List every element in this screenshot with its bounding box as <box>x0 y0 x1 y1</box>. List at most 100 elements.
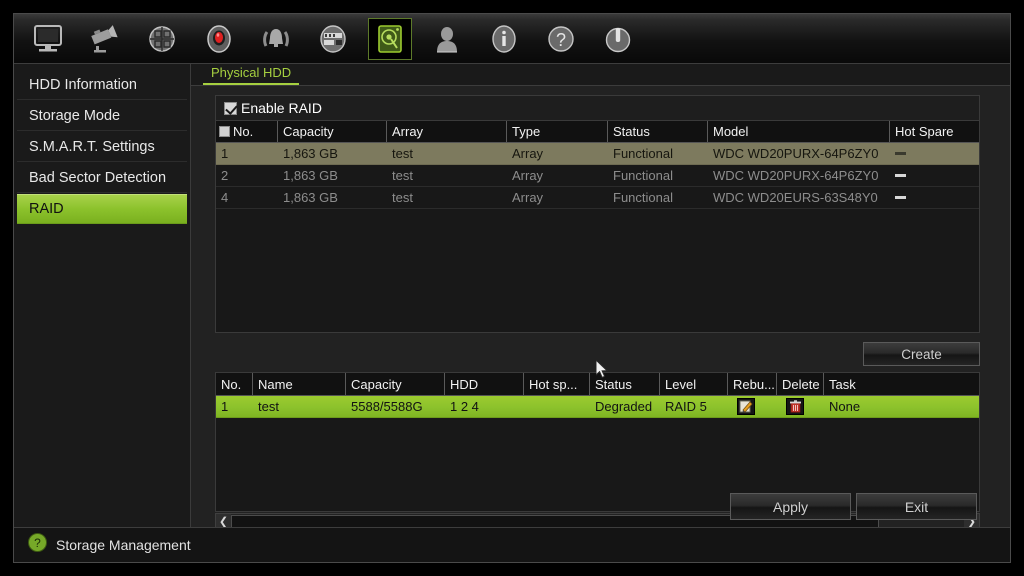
camera-icon[interactable] <box>83 18 127 60</box>
column-header-status[interactable]: Status <box>608 121 708 142</box>
record-icon[interactable] <box>197 18 241 60</box>
power-icon[interactable] <box>596 18 640 60</box>
enable-raid-row[interactable]: Enable RAID <box>215 95 980 121</box>
apply-button[interactable]: Apply <box>730 493 851 520</box>
enable-raid-checkbox[interactable] <box>224 101 237 115</box>
sidebar-item-raid[interactable]: RAID <box>17 194 187 224</box>
cell-level: RAID 5 <box>665 398 707 414</box>
sidebar-item-bad-sector-detection[interactable]: Bad Sector Detection <box>17 163 187 193</box>
sidebar-item-hdd-information[interactable]: HDD Information <box>17 70 187 100</box>
physical-hdd-table-header: No. Capacity Array Type Status Model Hot… <box>216 121 979 143</box>
cell-array: test <box>392 190 413 205</box>
sidebar-item-label: Bad Sector Detection <box>29 169 167 186</box>
physical-hdd-table: No. Capacity Array Type Status Model Hot… <box>215 121 980 333</box>
cell-array: test <box>392 168 413 183</box>
cell-delete <box>777 396 824 417</box>
column-header-rebuild[interactable]: Rebu... <box>728 373 777 395</box>
trash-icon[interactable] <box>786 398 804 415</box>
table-row[interactable]: 1 test 5588/5588G 1 2 4 Degraded RAID 5 <box>216 396 979 418</box>
cell-no: 2 <box>221 168 229 183</box>
column-header-status[interactable]: Status <box>590 373 660 395</box>
cell-hot-spare <box>890 187 979 208</box>
column-header-no[interactable]: No. <box>216 373 253 395</box>
sidebar-item-storage-mode[interactable]: Storage Mode <box>17 101 187 131</box>
cell-task: None <box>829 398 861 414</box>
tab-strip: Physical HDD <box>191 64 1010 86</box>
help-circle-icon[interactable]: ? <box>28 533 47 557</box>
cell-capacity: 1,863 GB <box>283 146 338 161</box>
hot-spare-dash-icon <box>895 174 906 178</box>
hdd-icon[interactable] <box>368 17 412 60</box>
table-row[interactable]: 4 1,863 GB test Array Functional WDC WD2… <box>216 187 979 209</box>
column-header-hot-spare[interactable]: Hot Spare <box>890 121 979 142</box>
sidebar-item-label: HDD Information <box>29 76 137 93</box>
column-header-capacity[interactable]: Capacity <box>278 121 387 142</box>
column-header-array[interactable]: Array <box>387 121 507 142</box>
hot-spare-dash-icon <box>895 152 906 156</box>
svg-text:?: ? <box>556 30 566 50</box>
column-label: No. <box>233 123 254 139</box>
cell-array: test <box>392 146 413 161</box>
edit-pencil-icon[interactable] <box>737 398 755 415</box>
main-window: ? HDD Information Storage Mode S.M.A.R.T… <box>13 13 1011 563</box>
array-table-header: No. Name Capacity HDD Hot sp... Status L… <box>216 373 979 396</box>
svg-text:?: ? <box>34 536 41 550</box>
cell-model: WDC WD20PURX-64P6ZY0 <box>713 168 879 183</box>
cell-no: 1 <box>221 146 229 161</box>
enable-raid-label: Enable RAID <box>241 100 322 116</box>
alarm-bell-icon[interactable] <box>254 18 298 60</box>
select-all-checkbox[interactable] <box>219 126 230 137</box>
cell-model: WDC WD20PURX-64P6ZY0 <box>713 146 879 161</box>
tab-label: Physical HDD <box>211 65 292 80</box>
array-table: No. Name Capacity HDD Hot sp... Status L… <box>215 372 980 512</box>
user-icon[interactable] <box>425 18 469 60</box>
hot-spare-dash-icon <box>895 196 906 200</box>
exit-button[interactable]: Exit <box>856 493 977 520</box>
cell-no: 1 <box>221 398 229 414</box>
column-header-model[interactable]: Model <box>708 121 890 142</box>
device-icon[interactable] <box>311 18 355 60</box>
cell-capacity: 1,863 GB <box>283 190 338 205</box>
cell-status: Functional <box>613 190 673 205</box>
sidebar-item-label: RAID <box>29 201 64 217</box>
cell-capacity: 5588/5588G <box>351 398 423 414</box>
tab-physical-hdd[interactable]: Physical HDD <box>203 64 300 85</box>
sidebar-menu: HDD Information Storage Mode S.M.A.R.T. … <box>14 64 191 527</box>
create-button[interactable]: Create <box>863 342 980 366</box>
column-header-task[interactable]: Task <box>824 373 974 395</box>
cell-hot-spare <box>890 165 979 186</box>
status-bar-text: Storage Management <box>56 537 191 553</box>
network-icon[interactable] <box>140 18 184 60</box>
monitor-icon[interactable] <box>26 18 70 60</box>
content-pane: Physical HDD Enable RAID No. Capacity Ar… <box>191 64 1010 530</box>
column-header-hot-spare[interactable]: Hot sp... <box>524 373 590 395</box>
sidebar-item-label: S.M.A.R.T. Settings <box>29 138 155 155</box>
main-toolbar: ? <box>14 14 1010 64</box>
table-row[interactable]: 2 1,863 GB test Array Functional WDC WD2… <box>216 165 979 187</box>
table-row[interactable]: 1 1,863 GB test Array Functional WDC WD2… <box>216 143 979 165</box>
body-area: HDD Information Storage Mode S.M.A.R.T. … <box>14 64 1010 530</box>
column-header-no[interactable]: No. <box>216 121 278 142</box>
cell-hot-spare <box>524 396 590 417</box>
screen-root: ? HDD Information Storage Mode S.M.A.R.T… <box>0 0 1024 576</box>
cell-status: Functional <box>613 168 673 183</box>
cell-type: Array <box>512 146 544 161</box>
cell-hot-spare <box>890 143 979 164</box>
cell-status: Degraded <box>595 398 653 414</box>
sidebar-item-label: Storage Mode <box>29 107 121 124</box>
column-header-capacity[interactable]: Capacity <box>346 373 445 395</box>
cell-rebuild <box>728 396 777 417</box>
cell-status: Functional <box>613 146 673 161</box>
sidebar-item-smart-settings[interactable]: S.M.A.R.T. Settings <box>17 132 187 162</box>
help-icon[interactable]: ? <box>539 18 583 60</box>
column-header-delete[interactable]: Delete <box>777 373 824 395</box>
column-header-type[interactable]: Type <box>507 121 608 142</box>
column-header-level[interactable]: Level <box>660 373 728 395</box>
cell-type: Array <box>512 168 544 183</box>
column-header-name[interactable]: Name <box>253 373 346 395</box>
cell-model: WDC WD20EURS-63S48Y0 <box>713 190 878 205</box>
column-header-hdd[interactable]: HDD <box>445 373 524 395</box>
status-bar: ? Storage Management <box>14 527 1010 562</box>
info-icon[interactable] <box>482 18 526 60</box>
cell-type: Array <box>512 190 544 205</box>
